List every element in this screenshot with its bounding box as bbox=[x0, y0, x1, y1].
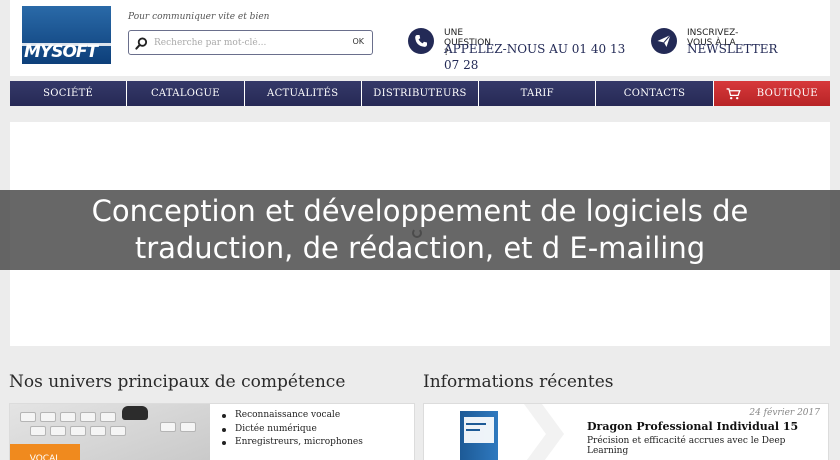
news-card[interactable]: 24 février 2017 Dragon Professional Indi… bbox=[423, 403, 829, 460]
cart-icon bbox=[726, 87, 741, 99]
keyboard-key bbox=[20, 412, 36, 422]
nav-boutique-label: BOUTIQUE bbox=[756, 88, 818, 99]
list-item[interactable]: Reconnaissance vocale bbox=[222, 409, 363, 423]
list-item[interactable]: Dictée numérique bbox=[222, 423, 363, 437]
list-item[interactable]: Enregistreurs, microphones bbox=[222, 436, 363, 450]
keyboard-key bbox=[160, 422, 176, 432]
search-box: OK bbox=[128, 30, 373, 55]
universe-bullet-list: Reconnaissance vocale Dictée numérique E… bbox=[222, 409, 363, 450]
search-input[interactable] bbox=[154, 34, 334, 51]
universes-title: Nos univers principaux de compétence bbox=[9, 372, 346, 392]
product-box-text-line bbox=[466, 423, 486, 425]
keyboard-key bbox=[30, 426, 46, 436]
universe-tag: VOCAL bbox=[10, 444, 80, 460]
nav-tarif[interactable]: TARIF bbox=[479, 81, 597, 106]
news-section-title: Informations récentes bbox=[423, 372, 614, 392]
nav-actualites[interactable]: ACTUALITÉS bbox=[244, 81, 362, 106]
banner-text: Conception et développement de logiciels… bbox=[91, 194, 749, 265]
tagline: Pour communiquer vite et bien bbox=[128, 12, 270, 22]
site-header: MYSOFT Pour communiquer vite et bien OK … bbox=[10, 0, 830, 76]
keyboard-key bbox=[180, 422, 196, 432]
keyboard-key bbox=[110, 426, 126, 436]
keyboard-microphone-image: VOCAL bbox=[10, 404, 210, 460]
keyboard-key bbox=[80, 412, 96, 422]
phone-number: APPELEZ-NOUS AU 01 40 13 07 28 bbox=[444, 42, 626, 72]
keyboard-key bbox=[90, 426, 106, 436]
mysoft-logo[interactable]: MYSOFT bbox=[22, 6, 111, 64]
news-date: 24 février 2017 bbox=[749, 408, 820, 418]
decorative-chevron-icon bbox=[524, 404, 564, 460]
search-icon bbox=[135, 37, 148, 50]
microphone-icon bbox=[122, 406, 148, 420]
product-box-text-line bbox=[466, 429, 480, 431]
newsletter-label: NEWSLETTER bbox=[687, 42, 778, 56]
keyboard-key bbox=[100, 412, 116, 422]
nav-distributeurs[interactable]: DISTRIBUTEURS bbox=[361, 81, 480, 106]
keyboard-key bbox=[70, 426, 86, 436]
main-nav: SOCIÉTÉ CATALOGUE ACTUALITÉS DISTRIBUTEU… bbox=[10, 81, 830, 106]
nav-boutique[interactable]: BOUTIQUE bbox=[713, 81, 830, 106]
send-icon bbox=[651, 28, 677, 54]
dragon-product-box-image bbox=[460, 411, 498, 460]
keyboard-key bbox=[60, 412, 76, 422]
logo-text: MYSOFT bbox=[24, 42, 98, 62]
universe-card-vocal[interactable]: VOCAL Reconnaissance vocale Dictée numér… bbox=[9, 403, 415, 460]
keyboard-key bbox=[40, 412, 56, 422]
nav-contacts[interactable]: CONTACTS bbox=[596, 81, 714, 106]
keyboard-key bbox=[50, 426, 66, 436]
nav-societe[interactable]: SOCIÉTÉ bbox=[10, 81, 128, 106]
phone-icon bbox=[408, 28, 434, 54]
overlay-banner: Conception et développement de logiciels… bbox=[0, 190, 840, 270]
search-submit-button[interactable]: OK bbox=[352, 37, 364, 46]
news-title[interactable]: Dragon Professional Individual 15 bbox=[587, 420, 798, 433]
nav-catalogue[interactable]: CATALOGUE bbox=[127, 81, 245, 106]
news-subtitle: Précision et efficacité accrues avec le … bbox=[587, 436, 786, 456]
